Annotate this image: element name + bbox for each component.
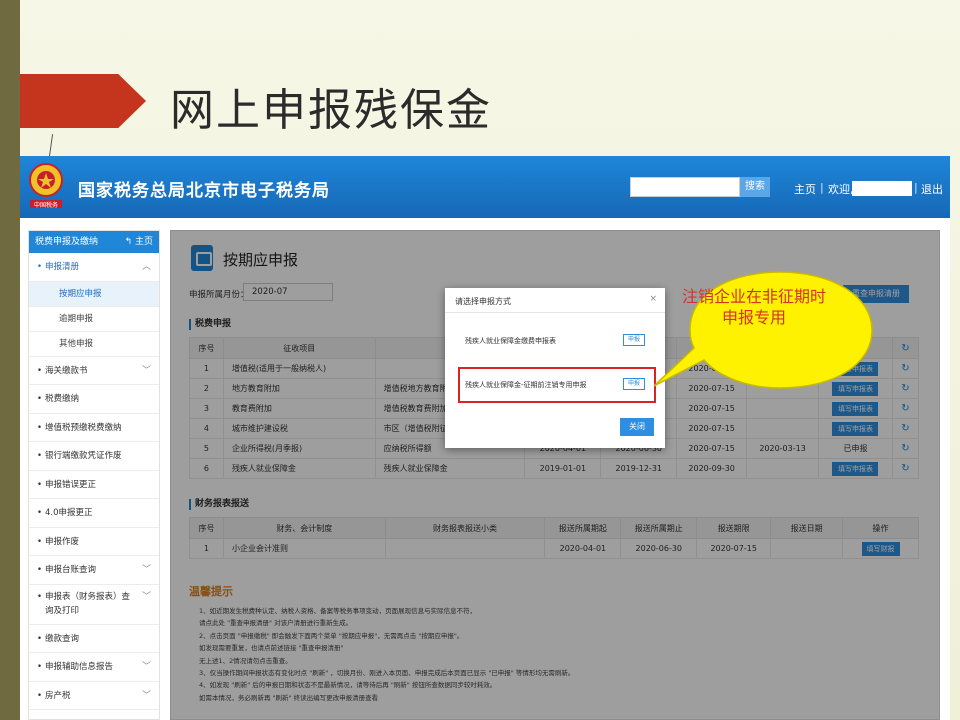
sidebar-item-payment-query[interactable]: • 缴款查询 (29, 625, 159, 653)
search-button[interactable]: 搜索 (740, 177, 770, 197)
sidebar-item-vat-prepay[interactable]: • 增值税预缴税费缴纳 (29, 414, 159, 442)
sidebar-item-overdue-declaration[interactable]: 逾期申报 (29, 307, 159, 332)
logout-link[interactable]: 退出 (921, 181, 943, 197)
bullet-icon: • (37, 508, 43, 518)
site-title: 国家税务总局北京市电子税务局 (78, 181, 330, 201)
bullet-icon: • (37, 565, 43, 575)
sidebar-home-label: 主页 (134, 237, 153, 247)
sidebar-item-report-print[interactable]: • 申报表（财务报表）查询及打印 ﹀ (29, 585, 159, 625)
sidebar-group-label: 申报清册 (45, 262, 80, 272)
sidebar-item-void[interactable]: • 申报作废 (29, 528, 159, 556)
bullet-icon: • (37, 451, 43, 461)
dialog-title: 请选择申报方式 (455, 297, 511, 306)
sidebar-item-periodic-declaration[interactable]: 按期应申报 (29, 281, 159, 307)
sidebar-item-label: 4.0申报更正 (45, 508, 93, 518)
search-input[interactable] (630, 177, 740, 197)
bullet-icon: • (37, 422, 43, 433)
sidebar-item-label: 增值税预缴税费缴纳 (45, 422, 122, 433)
username-box (852, 181, 912, 196)
tax-emblem-icon: 中国税务 (29, 163, 63, 209)
sidebar-item-correction-4[interactable]: • 4.0申报更正 (29, 499, 159, 528)
dialog-close-button[interactable]: 关闭 (620, 418, 654, 436)
site-header: 中国税务 国家税务总局北京市电子税务局 搜索 主页 | 欢迎, | 退出 (20, 156, 950, 218)
header-separator: | (820, 181, 824, 194)
bullet-icon: • (37, 536, 43, 547)
sidebar-item-error-correction[interactable]: • 申报错误更正 (29, 471, 159, 499)
bullet-icon: • (37, 365, 43, 376)
bullet-icon: • (37, 394, 43, 404)
bullet-icon: • (37, 479, 43, 490)
chevron-up-icon: ︿ (141, 262, 151, 272)
sidebar-item-property-tax[interactable]: • 房产税 ﹀ (29, 682, 159, 710)
sidebar-item-label: 房产税 (45, 690, 71, 701)
bullet-icon: • (37, 262, 43, 272)
home-link[interactable]: 主页 (794, 181, 816, 197)
sidebar-item-label: 申报表（财务报表）查询及打印 (45, 591, 131, 616)
sidebar-item-payment[interactable]: • 税费缴纳 (29, 385, 159, 414)
bullet-icon: • (37, 662, 43, 672)
callout-text: 注销企业在非征期时申报专用 (681, 287, 826, 327)
chevron-down-icon: ﹀ (141, 365, 151, 376)
sidebar-item-label: 申报错误更正 (45, 479, 97, 490)
sidebar-home-link[interactable]: ↰ 主页 (125, 231, 153, 253)
back-arrow-icon: ↰ (124, 237, 135, 247)
sidebar-item-customs[interactable]: • 海关缴款书 ﹀ (29, 357, 159, 385)
header-separator-2: | (914, 181, 918, 194)
bullet-icon: • (37, 591, 43, 602)
slide-title: 网上申报残保金 (170, 85, 492, 136)
sidebar: 税费申报及缴纳 ↰ 主页 • 申报清册 ︿ 按期应申报 逾期申报 其他申报 • 海… (28, 230, 160, 720)
chevron-down-icon: ﹀ (141, 662, 151, 672)
sidebar-item-label: 海关缴款书 (45, 365, 88, 376)
sidebar-item-label: 申报作废 (45, 536, 80, 547)
sidebar-item-label: 银行端缴款凭证作废 (45, 451, 122, 461)
sidebar-item-label: 申报辅助信息报告 (45, 662, 114, 672)
welcome-label: 欢迎, (828, 183, 854, 196)
option-standard-declaration: 残疾人就业保障金缴费申报表 (465, 337, 556, 345)
emblem-text: 中国税务 (34, 201, 58, 209)
bullet-icon: • (37, 633, 43, 644)
sidebar-header-label: 税费申报及缴纳 (35, 237, 99, 247)
sidebar-group-declaration-list[interactable]: • 申报清册 ︿ (29, 253, 159, 282)
sidebar-item-bank-void[interactable]: • 银行端缴款凭证作废 (29, 442, 159, 471)
sidebar-item-label: 申报台账查询 (45, 565, 97, 575)
sidebar-item-other-declaration[interactable]: 其他申报 (29, 332, 159, 357)
slide-left-band (0, 0, 20, 720)
chevron-down-icon: ﹀ (141, 591, 151, 602)
chevron-down-icon: ﹀ (141, 690, 151, 701)
sidebar-item-ledger[interactable]: • 申报台账查询 ﹀ (29, 556, 159, 585)
sidebar-item-label: 税费缴纳 (45, 394, 80, 404)
sidebar-item-label: 缴款查询 (45, 633, 80, 644)
chevron-down-icon: ﹀ (141, 565, 151, 575)
sidebar-item-aux-info[interactable]: • 申报辅助信息报告 ﹀ (29, 653, 159, 682)
bullet-icon: • (37, 690, 43, 701)
sidebar-header: 税费申报及缴纳 ↰ 主页 (29, 231, 159, 253)
